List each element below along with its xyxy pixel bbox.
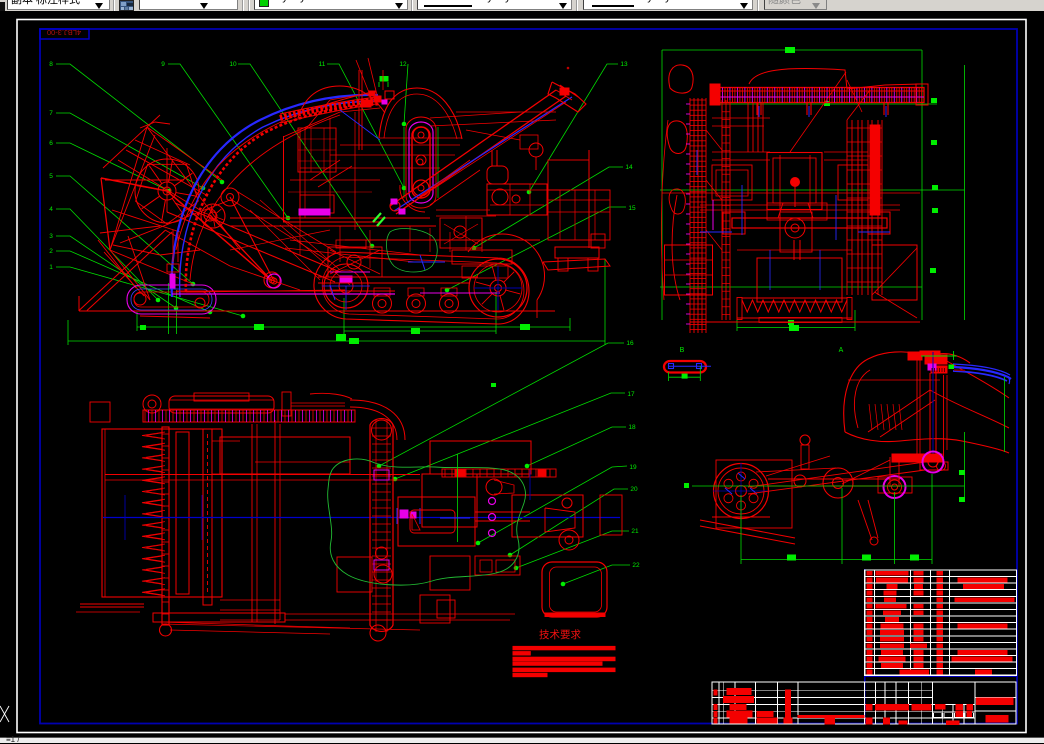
svg-text:21: 21 (631, 528, 639, 535)
svg-text:19: 19 (629, 464, 637, 471)
svg-text:技术要求: 技术要求 (539, 628, 581, 641)
svg-text:14: 14 (625, 164, 633, 171)
svg-text:1: 1 (49, 264, 53, 271)
svg-text:4: 4 (49, 206, 53, 213)
svg-text:9: 9 (161, 61, 165, 68)
svg-text:10: 10 (229, 61, 237, 68)
svg-text:13: 13 (620, 61, 628, 68)
svg-text:22: 22 (632, 562, 640, 569)
svg-text:18: 18 (628, 424, 636, 431)
svg-text:2: 2 (49, 248, 53, 255)
svg-text:3: 3 (49, 233, 53, 240)
svg-text:8: 8 (49, 61, 53, 68)
svg-text:16: 16 (626, 340, 634, 347)
svg-text:B: B (680, 347, 685, 354)
svg-text:20: 20 (630, 486, 638, 493)
svg-text:5: 5 (49, 173, 53, 180)
svg-text:4LBJ.3-00: 4LBJ.3-00 (47, 28, 81, 37)
svg-text:6: 6 (49, 140, 53, 147)
svg-text:7: 7 (49, 110, 53, 117)
svg-text:A: A (839, 347, 844, 354)
svg-text:12: 12 (399, 61, 407, 68)
svg-text:15: 15 (628, 205, 636, 212)
svg-text:11: 11 (319, 61, 326, 68)
svg-text:17: 17 (627, 391, 635, 398)
